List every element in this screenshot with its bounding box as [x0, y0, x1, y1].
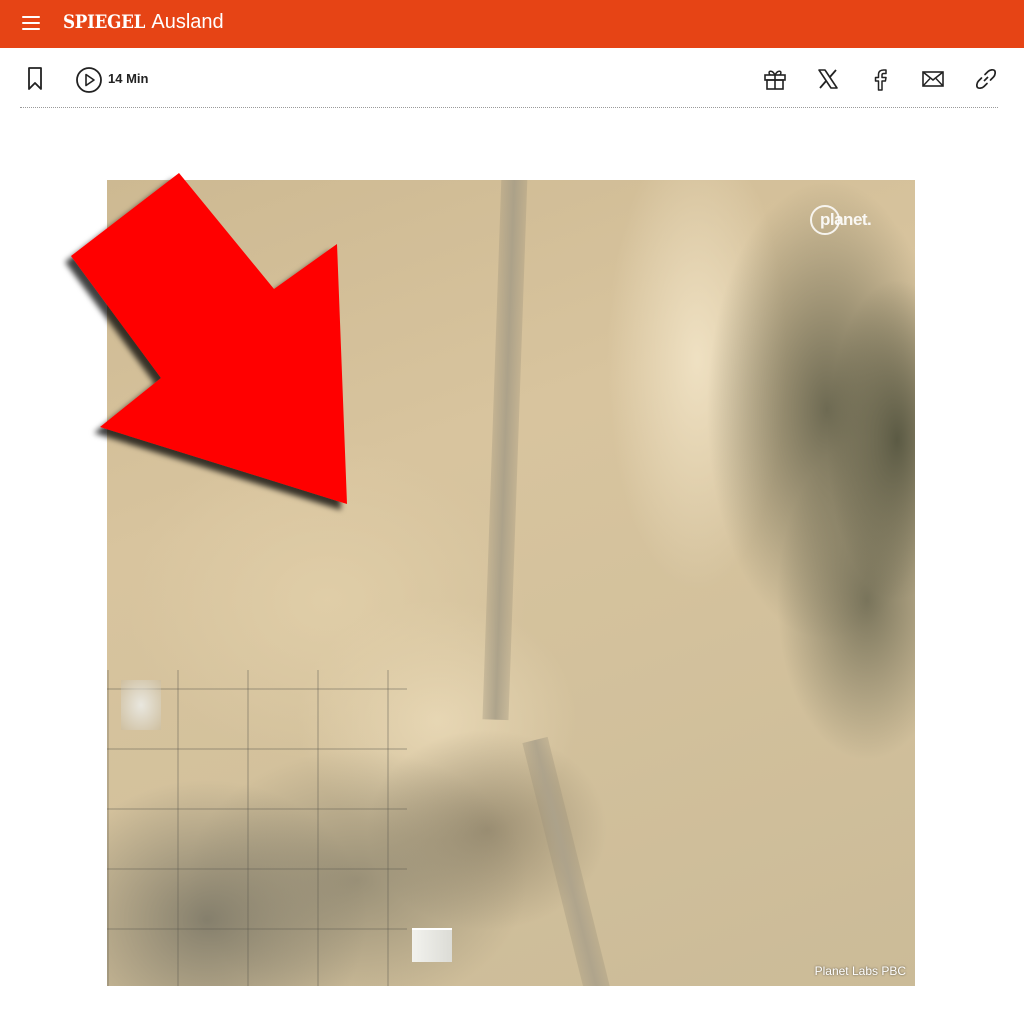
image-credit: Planet Labs PBC	[814, 964, 906, 978]
facebook-icon[interactable]	[868, 66, 894, 92]
gift-icon[interactable]	[762, 66, 788, 92]
building-cluster	[121, 680, 161, 730]
satellite-image[interactable]: planet. Planet Labs PBC	[107, 180, 915, 986]
reading-time[interactable]: 14 Min	[108, 71, 148, 86]
section-title[interactable]: Ausland	[151, 11, 223, 34]
bookmark-icon[interactable]	[26, 66, 46, 92]
link-icon[interactable]	[973, 66, 999, 92]
play-icon[interactable]	[75, 66, 103, 94]
article-toolbar: 14 Min	[20, 56, 998, 108]
x-icon[interactable]	[815, 66, 841, 92]
planet-watermark: planet.	[810, 203, 880, 237]
menu-icon[interactable]	[22, 16, 40, 30]
site-header: SPIEGEL Ausland	[0, 0, 1024, 48]
watermark-text: planet.	[820, 210, 872, 229]
spiegel-logo[interactable]: SPIEGEL	[63, 11, 145, 33]
mail-icon[interactable]	[920, 66, 946, 92]
white-building	[412, 928, 452, 962]
brand[interactable]: SPIEGEL Ausland	[63, 11, 224, 34]
